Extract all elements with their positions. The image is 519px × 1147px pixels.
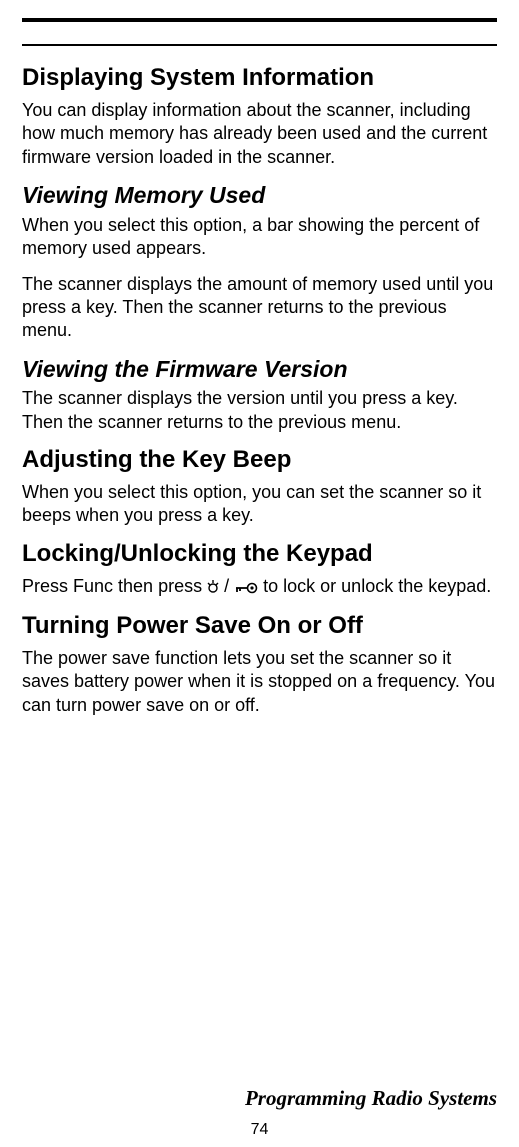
para-firmware-version: The scanner displays the version until y… [22,387,497,434]
rule-thick [22,18,497,22]
para-power-save: The power save function lets you set the… [22,647,497,717]
heading-adjusting-key-beep: Adjusting the Key Beep [22,446,497,475]
para-memory-used-1: When you select this option, a bar showi… [22,214,497,261]
subheading-viewing-firmware-version: Viewing the Firmware Version [22,355,497,384]
footer-section-title: Programming Radio Systems [245,1086,497,1111]
heading-locking-unlocking-keypad: Locking/Unlocking the Keypad [22,540,497,569]
para-keypad-lock-b: to lock or unlock the key­pad. [263,576,491,596]
para-keypad-lock-a: Press Func then press [22,576,207,596]
para-memory-used-2: The scanner displays the amount of memor… [22,273,497,343]
key-lock-icon [234,577,258,600]
heading-turning-power-save: Turning Power Save On or Off [22,612,497,641]
separator-slash: / [224,576,234,596]
subheading-viewing-memory-used: Viewing Memory Used [22,181,497,210]
heading-displaying-system-info: Displaying System Information [22,64,497,93]
top-rules [22,18,497,46]
para-system-info-intro: You can display information about the sc… [22,99,497,169]
light-icon [207,577,219,600]
para-key-beep: When you select this option, you can set… [22,481,497,528]
rule-thin [22,44,497,46]
para-keypad-lock: Press Func then press / to lock or unloc… [22,575,497,600]
page-number: 74 [0,1121,519,1139]
